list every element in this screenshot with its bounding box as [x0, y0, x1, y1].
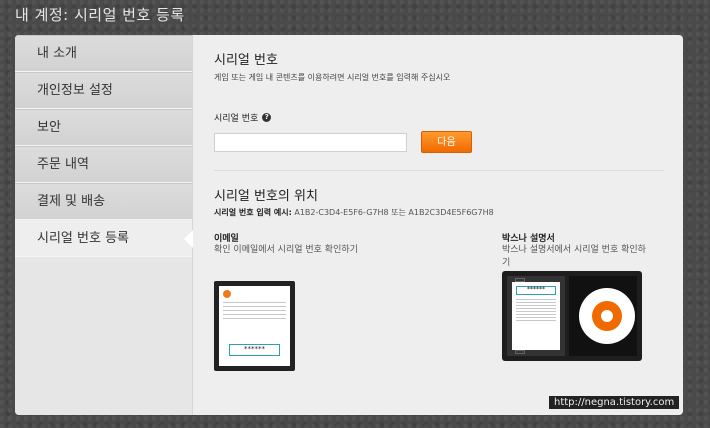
- sidebar: 내 소개 개인정보 설정 보안 주문 내역 결제 및 배송 시리얼 번호 등록: [15, 35, 193, 415]
- sidebar-item-payment[interactable]: 결제 및 배송: [15, 183, 192, 220]
- divider: [214, 170, 664, 171]
- serial-example: 시리얼 번호 입력 예시: A1B2-C3D4-E5F6-G7H8 또는 A1B…: [214, 207, 664, 218]
- sidebar-item-label: 내 소개: [37, 46, 78, 61]
- email-title: 이메일: [214, 234, 239, 244]
- sidebar-item-privacy[interactable]: 개인정보 설정: [15, 72, 192, 109]
- email-desc: 확인 이메일에서 시리얼 번호 확인하기: [214, 245, 358, 255]
- box-desc: 박스나 설명서에서 시리얼 번호 확인하기: [502, 245, 646, 268]
- form-description: 게임 또는 게임 내 콘텐츠를 이용하려면 시리얼 번호를 입력해 주십시오: [214, 73, 451, 82]
- example-label: 시리얼 번호 입력 예시:: [214, 208, 292, 217]
- email-code-box: ******: [229, 344, 280, 356]
- example-value: A1B2-C3D4-E5F6-G7H8 또는 A1B2C3D4E5F6G7H8: [294, 208, 494, 217]
- game-box-image: ******: [502, 271, 642, 361]
- email-logo-icon: [223, 290, 231, 298]
- watermark: http://negna.tistory.com: [549, 396, 680, 409]
- sidebar-item-label: 주문 내역: [37, 157, 89, 172]
- box-title: 박스나 설명서: [502, 234, 555, 244]
- serial-field-label-row: 시리얼 번호 ?: [214, 111, 664, 124]
- sidebar-item-about[interactable]: 내 소개: [15, 35, 192, 72]
- sidebar-item-orders[interactable]: 주문 내역: [15, 146, 192, 183]
- help-icon[interactable]: ?: [262, 113, 272, 122]
- box-code-box: ******: [516, 286, 556, 295]
- active-arrow-icon: [184, 230, 193, 248]
- email-location: 이메일 확인 이메일에서 시리얼 번호 확인하기 ******: [214, 231, 359, 371]
- location-title: 시리얼 번호의 위치: [214, 189, 318, 204]
- sidebar-item-label: 보안: [37, 120, 61, 135]
- box-location: 박스나 설명서 박스나 설명서에서 시리얼 번호 확인하기 ******: [502, 231, 647, 361]
- serial-input-row: 다음: [214, 131, 664, 153]
- game-disc-icon: [579, 288, 635, 344]
- main-content: 시리얼 번호 게임 또는 게임 내 콘텐츠를 이용하려면 시리얼 번호를 입력해…: [214, 49, 664, 381]
- account-panel: 내 소개 개인정보 설정 보안 주문 내역 결제 및 배송 시리얼 번호 등록 …: [15, 35, 683, 415]
- sidebar-item-label: 시리얼 번호 등록: [37, 231, 129, 246]
- sidebar-item-serial[interactable]: 시리얼 번호 등록: [15, 220, 193, 257]
- location-examples: 이메일 확인 이메일에서 시리얼 번호 확인하기 ****** 박스나 설명서 …: [214, 231, 664, 381]
- serial-input[interactable]: [214, 132, 407, 152]
- next-button[interactable]: 다음: [421, 131, 472, 153]
- sidebar-item-label: 결제 및 배송: [37, 194, 106, 209]
- page-title: 내 계정: 시리얼 번호 등록: [15, 6, 185, 24]
- sidebar-item-label: 개인정보 설정: [37, 83, 113, 98]
- origin-logo-icon: [592, 301, 622, 331]
- sidebar-item-security[interactable]: 보안: [15, 109, 192, 146]
- form-title: 시리얼 번호: [214, 53, 278, 68]
- email-document-image: ******: [214, 281, 295, 371]
- serial-field-label: 시리얼 번호: [214, 114, 259, 124]
